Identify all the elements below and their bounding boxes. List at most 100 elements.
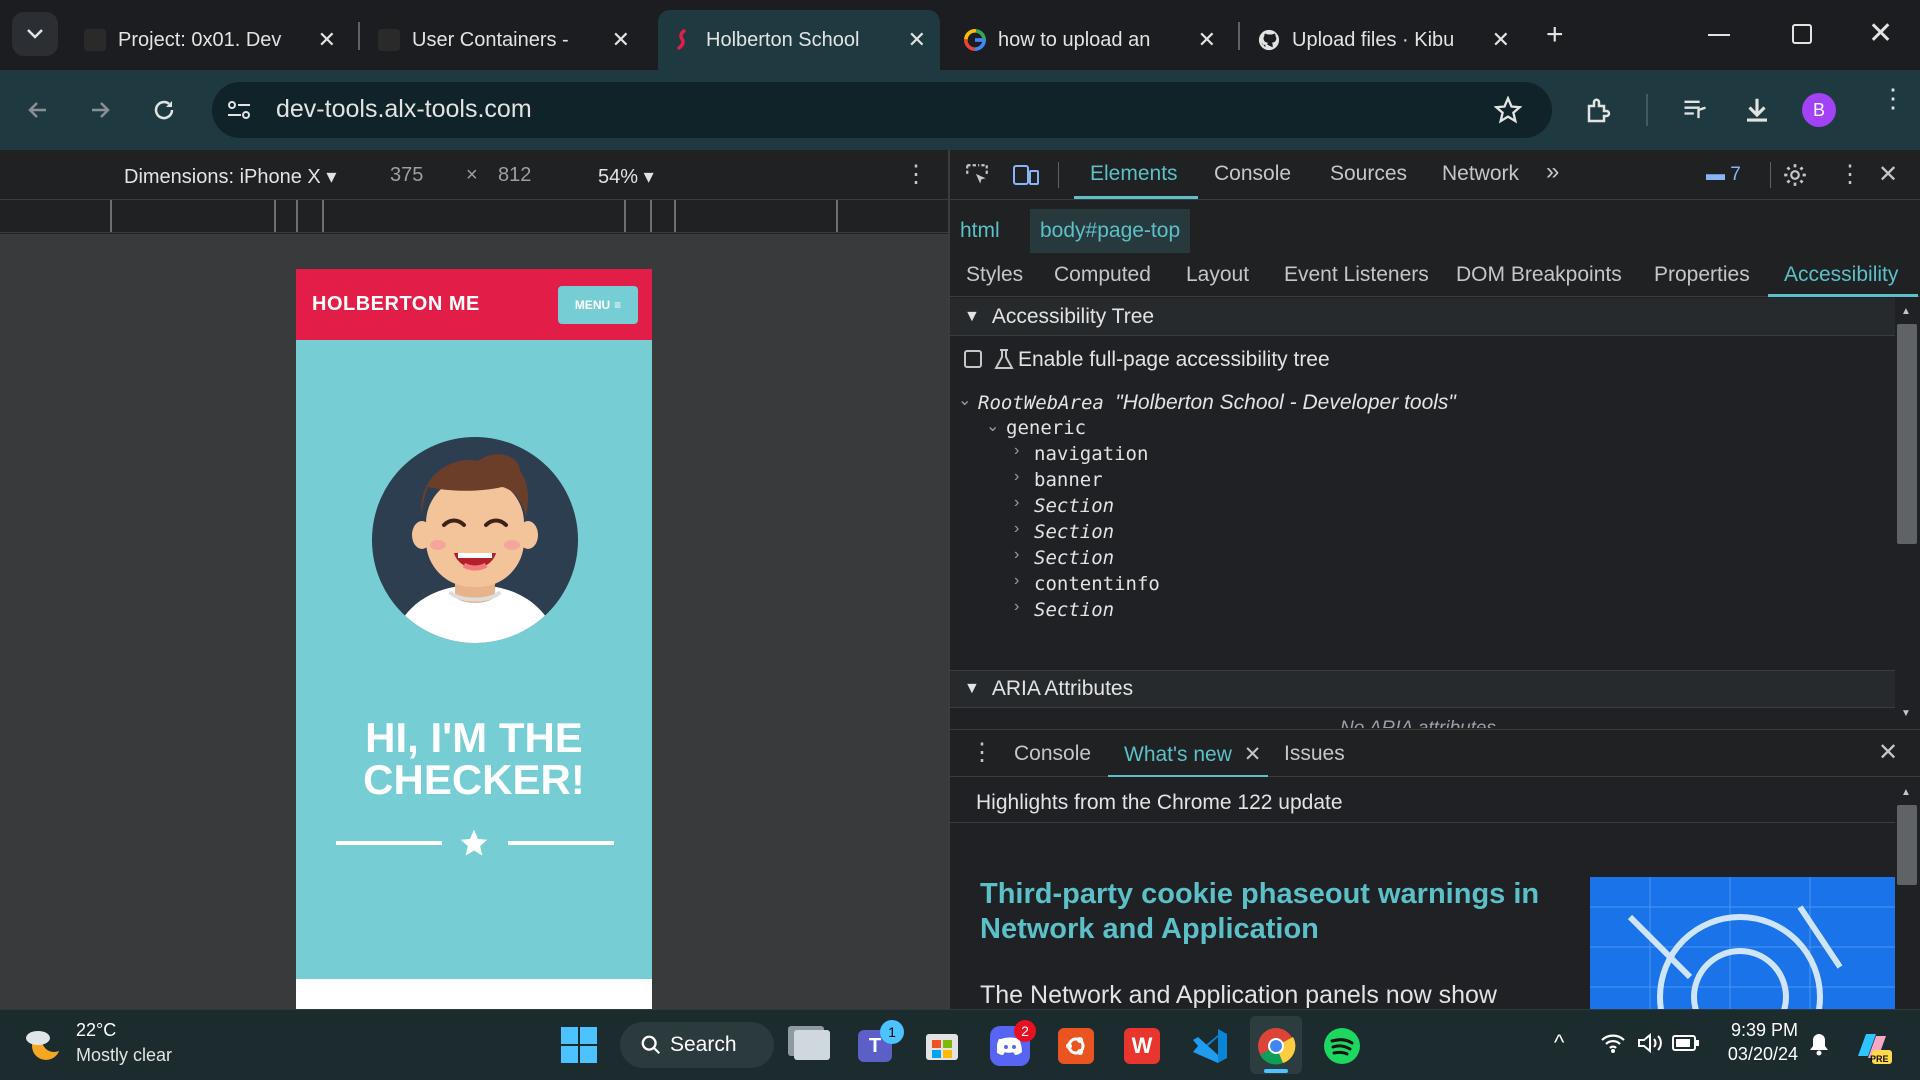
clock-time[interactable]: 9:39 PM [1730, 1020, 1798, 1041]
profile-avatar[interactable]: B [1802, 93, 1836, 127]
tab-layout[interactable]: Layout [1186, 263, 1249, 287]
microsoft-store-icon[interactable] [924, 1028, 960, 1062]
chrome-menu-icon[interactable]: ⋮ [1880, 85, 1906, 111]
tab-properties[interactable]: Properties [1654, 263, 1750, 287]
device-height-input[interactable]: 812 [498, 164, 531, 187]
close-icon[interactable]: ✕ [1492, 27, 1510, 53]
tab-sources[interactable]: Sources [1330, 162, 1407, 186]
tab-holberton[interactable]: Holberton School ✕ [658, 10, 940, 70]
chevron-right-icon[interactable]: › [1014, 598, 1019, 616]
restore-button[interactable] [1792, 24, 1812, 44]
scrollbar-thumb[interactable] [1897, 324, 1917, 544]
tree-node-section[interactable]: Section [1034, 599, 1114, 621]
tray-overflow-chevron-icon[interactable]: ^ [1554, 1030, 1564, 1056]
tree-node-banner[interactable]: banner [1034, 469, 1103, 491]
close-icon[interactable]: ✕ [908, 27, 926, 53]
windows-start-icon[interactable] [560, 1026, 598, 1064]
tree-node-section[interactable]: Section [1034, 547, 1114, 569]
chrome-icon[interactable] [1256, 1026, 1296, 1066]
extensions-icon[interactable] [1584, 96, 1614, 126]
tab-styles[interactable]: Styles [966, 263, 1023, 287]
settings-gear-icon[interactable] [1782, 162, 1808, 188]
tree-node-section[interactable]: Section [1034, 521, 1114, 543]
tree-node-contentinfo[interactable]: contentinfo [1034, 573, 1160, 595]
breadcrumb-body[interactable]: body#page-top [1030, 209, 1191, 253]
weather-moon-icon[interactable] [24, 1024, 66, 1064]
ubuntu-icon[interactable] [1058, 1028, 1094, 1064]
inspect-element-icon[interactable] [964, 162, 990, 188]
tab-project[interactable]: Project: 0x01. Dev ✕ [70, 10, 350, 70]
tab-google-search[interactable]: how to upload an ✕ [950, 10, 1230, 70]
device-more-options-icon[interactable]: ⋮ [904, 160, 928, 189]
aria-attributes-header[interactable]: ▼ ARIA Attributes [950, 670, 1895, 708]
chevron-right-icon[interactable]: › [1014, 494, 1019, 512]
bookmark-star-icon[interactable] [1494, 96, 1522, 124]
more-tabs-icon[interactable]: » [1546, 158, 1559, 186]
close-icon[interactable]: ✕ [612, 27, 630, 53]
tree-node-navigation[interactable]: navigation [1034, 443, 1148, 465]
reload-icon[interactable] [152, 98, 176, 122]
device-toolbar-toggle-icon[interactable] [1012, 162, 1040, 188]
spotify-icon[interactable] [1322, 1026, 1362, 1066]
tree-node-generic[interactable]: generic [1006, 417, 1086, 439]
clock-date[interactable]: 03/20/24 [1720, 1044, 1798, 1065]
tab-elements[interactable]: Elements [1090, 162, 1178, 186]
close-icon[interactable]: ✕ [1198, 27, 1216, 53]
forward-icon[interactable] [88, 98, 112, 122]
tab-user-containers[interactable]: User Containers - ✕ [364, 10, 644, 70]
tab-github-upload[interactable]: Upload files · Kibu ✕ [1244, 10, 1524, 70]
menu-button[interactable]: MENU ≡ [558, 286, 638, 324]
tab-dom-breakpoints[interactable]: DOM Breakpoints [1456, 263, 1622, 287]
close-drawer-icon[interactable]: ✕ [1878, 738, 1898, 767]
feature-title[interactable]: Third-party cookie phaseout warnings in … [980, 877, 1540, 947]
task-view-icon[interactable] [794, 1030, 830, 1060]
chevron-right-icon[interactable]: › [1014, 520, 1019, 538]
notification-bell-icon[interactable] [1808, 1032, 1830, 1056]
tab-computed[interactable]: Computed [1054, 263, 1151, 287]
devtools-menu-icon[interactable]: ⋮ [1838, 160, 1862, 189]
drawer-tab-issues[interactable]: Issues [1284, 742, 1345, 766]
wifi-icon[interactable] [1600, 1032, 1626, 1054]
drawer-tab-console[interactable]: Console [1014, 742, 1091, 766]
tab-search-button[interactable] [12, 12, 58, 56]
taskbar-search[interactable]: Search [620, 1022, 774, 1068]
close-devtools-icon[interactable]: ✕ [1878, 160, 1898, 189]
new-tab-button[interactable]: + [1546, 18, 1564, 52]
navbar-brand[interactable]: HOLBERTON ME [312, 293, 480, 316]
chevron-right-icon[interactable]: › [1014, 546, 1019, 564]
wps-office-icon[interactable]: W [1124, 1028, 1160, 1064]
site-info-icon[interactable] [226, 98, 252, 122]
close-icon[interactable]: ✕ [1244, 743, 1262, 766]
drawer-menu-icon[interactable]: ⋮ [970, 738, 994, 767]
whats-new-scrollbar[interactable]: ▲ [1895, 777, 1920, 1009]
device-dimensions-select[interactable]: Dimensions: iPhone X ▾ [124, 164, 336, 189]
vscode-icon[interactable] [1190, 1026, 1230, 1066]
tree-node-root[interactable]: RootWebArea "Holberton School - Develope… [978, 391, 1456, 415]
tab-network[interactable]: Network [1442, 162, 1519, 186]
drawer-tab-whats-new[interactable]: What's new ✕ [1124, 742, 1261, 767]
accessibility-scrollbar[interactable]: ▲ ▼ [1895, 298, 1920, 728]
accessibility-tree-header[interactable]: ▼ Accessibility Tree [950, 298, 1895, 336]
tab-accessibility[interactable]: Accessibility [1784, 263, 1898, 287]
close-icon[interactable]: ✕ [318, 27, 336, 53]
device-width-input[interactable]: 375 [390, 164, 423, 187]
minimize-button[interactable] [1708, 34, 1730, 36]
tab-console[interactable]: Console [1214, 162, 1291, 186]
breadcrumb-html[interactable]: html [960, 219, 1000, 243]
tree-node-section[interactable]: Section [1034, 495, 1114, 517]
chevron-right-icon[interactable]: › [1014, 572, 1019, 590]
media-query-ruler[interactable] [0, 200, 948, 233]
issues-counter[interactable]: ▬ 7 [1706, 164, 1741, 186]
chevron-down-icon[interactable]: ⌄ [986, 416, 999, 436]
chevron-right-icon[interactable]: › [1014, 442, 1019, 460]
media-controls-icon[interactable] [1680, 96, 1710, 124]
tab-event-listeners[interactable]: Event Listeners [1284, 263, 1429, 287]
back-icon[interactable] [26, 98, 50, 122]
volume-icon[interactable] [1636, 1032, 1664, 1054]
full-page-tree-checkbox[interactable] [964, 350, 982, 368]
battery-icon[interactable] [1672, 1034, 1700, 1052]
close-window-button[interactable]: ✕ [1868, 16, 1893, 51]
scrollbar-thumb[interactable] [1897, 805, 1917, 885]
chevron-down-icon[interactable]: ⌄ [958, 390, 971, 410]
chevron-right-icon[interactable]: › [1014, 468, 1019, 486]
